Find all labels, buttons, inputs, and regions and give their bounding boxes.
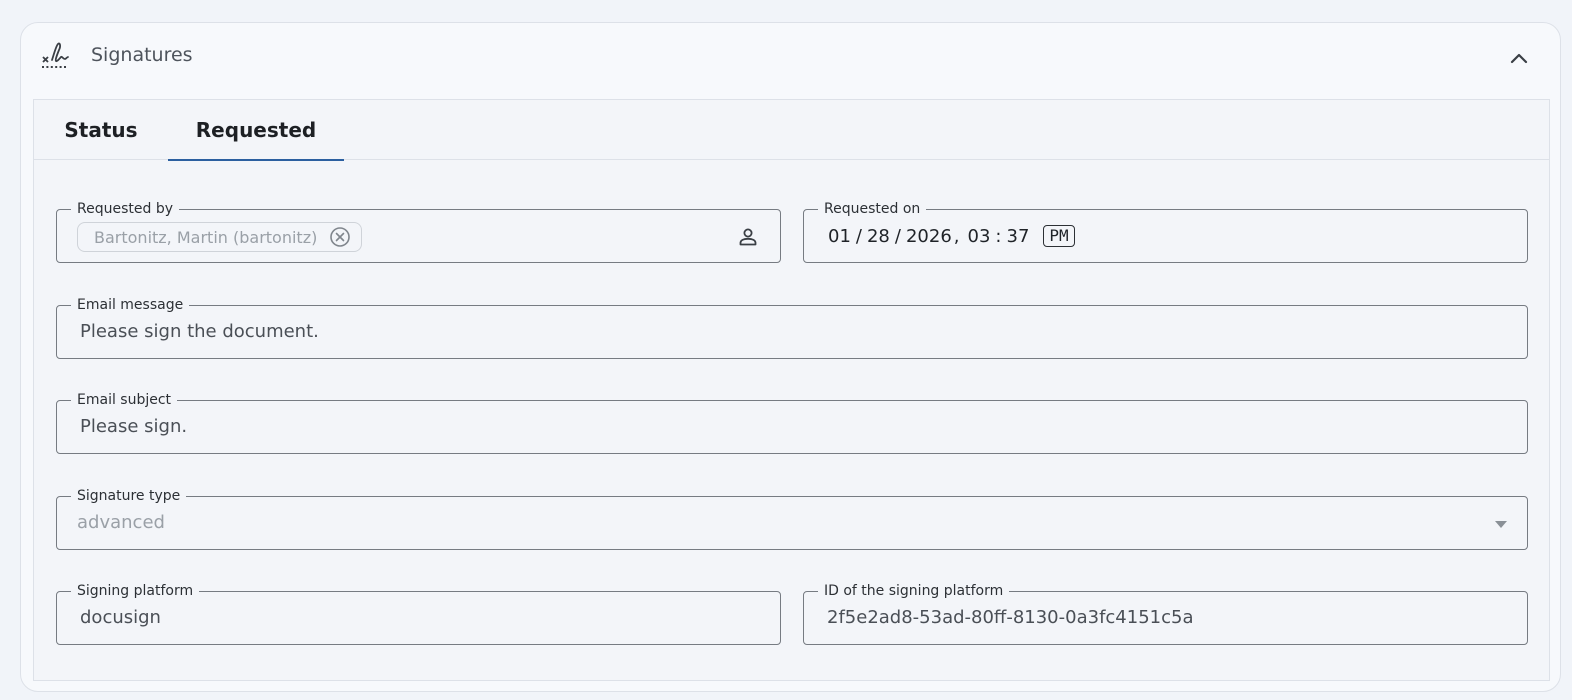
chip-remove-button[interactable] xyxy=(329,226,351,248)
month-segment[interactable]: 01 xyxy=(828,226,851,247)
signature-type-label: Signature type xyxy=(71,487,187,505)
email-message-value: Please sign the document. xyxy=(80,321,319,342)
email-message-label: Email message xyxy=(71,296,190,314)
tab-bar: Status Requested xyxy=(34,100,1549,161)
datetime-value[interactable]: 01 / 28 / 2026 , 03 : 37 PM xyxy=(828,225,1075,247)
requested-by-field[interactable]: Requested by Bartonitz, Martin (bartonit… xyxy=(56,200,781,263)
datetime-separator: , xyxy=(953,225,960,247)
day-segment[interactable]: 28 xyxy=(867,226,890,247)
hour-segment[interactable]: 03 xyxy=(968,226,991,247)
signing-platform-value: docusign xyxy=(80,607,161,628)
requested-by-label: Requested by xyxy=(71,200,179,218)
email-message-field[interactable]: Email message Please sign the document. xyxy=(56,296,1528,359)
user-chip-label: Bartonitz, Martin (bartonitz) xyxy=(94,227,318,247)
tab-requested[interactable]: Requested xyxy=(168,100,344,161)
person-icon[interactable] xyxy=(736,225,760,249)
close-circle-icon xyxy=(330,227,351,247)
time-separator: : xyxy=(995,225,1002,247)
user-chip: Bartonitz, Martin (bartonitz) xyxy=(77,222,363,252)
signing-platform-id-field[interactable]: ID of the signing platform 2f5e2ad8-53ad… xyxy=(803,582,1528,645)
card-title: Signatures xyxy=(91,44,193,66)
email-subject-value: Please sign. xyxy=(80,416,188,437)
minute-segment[interactable]: 37 xyxy=(1007,226,1030,247)
signature-icon xyxy=(42,42,69,68)
date-separator: / xyxy=(855,225,862,247)
signing-platform-id-value: 2f5e2ad8-53ad-80ff-8130-0a3fc4151c5a xyxy=(827,607,1194,628)
signing-platform-field[interactable]: Signing platform docusign xyxy=(56,582,781,645)
signatures-card: Signatures Status Requested Requested by… xyxy=(20,22,1561,692)
tab-status[interactable]: Status xyxy=(34,100,168,160)
email-subject-label: Email subject xyxy=(71,391,178,409)
signature-type-select[interactable]: Signature type advanced xyxy=(56,487,1528,550)
dropdown-arrow-icon xyxy=(1495,521,1507,528)
card-header[interactable]: Signatures xyxy=(21,23,1560,99)
signature-type-value: advanced xyxy=(77,512,165,533)
requested-on-label: Requested on xyxy=(818,200,927,218)
email-subject-field[interactable]: Email subject Please sign. xyxy=(56,391,1528,454)
year-segment[interactable]: 2026 xyxy=(906,226,952,247)
requested-on-field[interactable]: Requested on 01 / 28 / 2026 , 03 : 37 PM xyxy=(803,200,1528,263)
ampm-segment[interactable]: PM xyxy=(1043,225,1075,247)
chevron-up-icon xyxy=(1510,53,1528,64)
signing-platform-id-label: ID of the signing platform xyxy=(818,582,1010,600)
signature-panel: Status Requested Requested by Bartonitz,… xyxy=(33,99,1550,681)
date-separator: / xyxy=(894,225,901,247)
collapse-button[interactable] xyxy=(1502,41,1536,75)
signing-platform-label: Signing platform xyxy=(71,582,200,600)
